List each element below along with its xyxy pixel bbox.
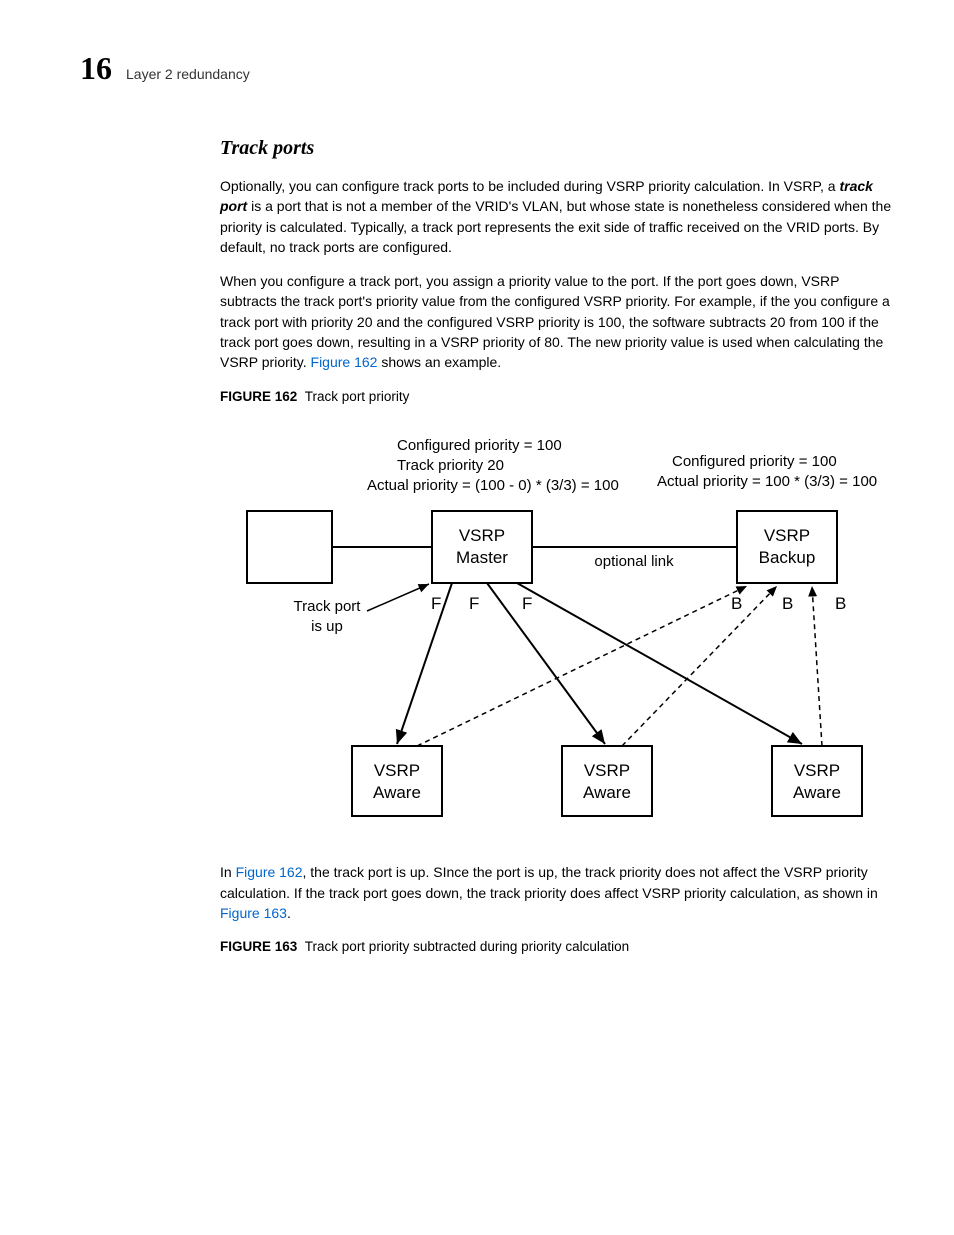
diagram-label: Aware [373, 783, 421, 802]
diagram-label: Backup [759, 548, 816, 567]
diagram-letter: B [782, 594, 793, 613]
diagram-label: optional link [594, 553, 674, 570]
diagram-text: Actual priority = (100 - 0) * (3/3) = 10… [367, 477, 619, 494]
diagram-text: Configured priority = 100 [672, 453, 837, 470]
diagram-arrow [397, 583, 452, 744]
figure-number: FIGURE 162 [220, 389, 297, 404]
diagram-label: VSRP [764, 526, 810, 545]
vsrp-aware-box [772, 746, 862, 816]
diagram-label: is up [311, 618, 343, 635]
figure-reference-link[interactable]: Figure 162 [236, 864, 303, 880]
chapter-number: 16 [80, 50, 112, 87]
diagram-arrow [517, 583, 802, 744]
figure-diagram: Configured priority = 100 Track priority… [220, 426, 894, 836]
page-header: 16 Layer 2 redundancy [80, 50, 894, 87]
diagram-text: Actual priority = 100 * (3/3) = 100 [657, 473, 877, 490]
diagram-letter: B [731, 594, 742, 613]
vsrp-aware-box [352, 746, 442, 816]
diagram-label: VSRP [374, 761, 420, 780]
diagram-label: VSRP [459, 526, 505, 545]
diagram-letter: F [469, 594, 479, 613]
figure-title: Track port priority subtracted during pr… [305, 939, 629, 954]
vsrp-master-box [432, 511, 532, 583]
diagram-label: Master [456, 548, 508, 567]
text: . [287, 905, 291, 921]
diagram-text: Configured priority = 100 [397, 437, 562, 454]
diagram-letter: B [835, 594, 846, 613]
figure-number: FIGURE 163 [220, 939, 297, 954]
diagram-letter: F [522, 594, 532, 613]
vsrp-backup-box [737, 511, 837, 583]
paragraph: When you configure a track port, you ass… [220, 271, 894, 372]
text: is a port that is not a member of the VR… [220, 198, 891, 255]
paragraph: Optionally, you can configure track port… [220, 176, 894, 257]
diagram-dashed-arrow [622, 586, 777, 746]
diagram-text: Track priority 20 [397, 457, 504, 474]
section-title: Track ports [220, 137, 894, 160]
figure-title: Track port priority [305, 389, 410, 404]
figure-reference-link[interactable]: Figure 162 [311, 354, 378, 370]
chapter-title: Layer 2 redundancy [126, 66, 250, 82]
diagram-label: Track port [294, 598, 362, 615]
diagram-box [247, 511, 332, 583]
figure-reference-link[interactable]: Figure 163 [220, 905, 287, 921]
paragraph: In Figure 162, the track port is up. SIn… [220, 862, 894, 923]
text: Optionally, you can configure track port… [220, 178, 839, 194]
figure-caption: FIGURE 162 Track port priority [220, 387, 894, 407]
diagram-label: Aware [583, 783, 631, 802]
text: shows an example. [377, 354, 501, 370]
diagram-label: Aware [793, 783, 841, 802]
text: , the track port is up. SInce the port i… [220, 864, 878, 900]
vsrp-aware-box [562, 746, 652, 816]
diagram-label: VSRP [584, 761, 630, 780]
diagram-dashed-arrow [417, 586, 747, 746]
diagram-label: VSRP [794, 761, 840, 780]
figure-caption: FIGURE 163 Track port priority subtracte… [220, 937, 894, 957]
diagram-dashed-arrow [812, 586, 822, 746]
track-port-diagram: Configured priority = 100 Track priority… [237, 426, 877, 836]
diagram-letter: F [431, 594, 441, 613]
diagram-arrow [367, 584, 429, 611]
text: In [220, 864, 236, 880]
